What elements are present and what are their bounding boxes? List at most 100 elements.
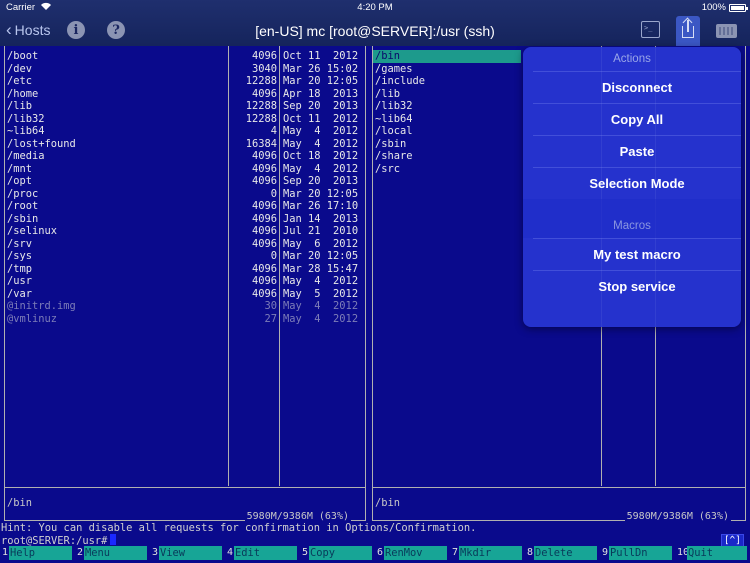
function-key-label: Quit — [687, 546, 747, 560]
file-name: /root — [7, 200, 39, 212]
file-size: 4096 — [251, 262, 277, 275]
file-name: /lib — [7, 100, 33, 112]
file-row[interactable]: /root 4096 Mar 26 17:10 — [5, 200, 365, 213]
terminal-icon[interactable]: >_ — [641, 21, 660, 38]
paste-button[interactable]: Paste — [533, 135, 741, 167]
file-date: Sep 20 2013 — [283, 175, 359, 187]
file-name: /lib32 — [7, 112, 45, 125]
function-key-quit[interactable]: 10 Quit — [675, 546, 750, 560]
function-key-edit[interactable]: 4 Edit — [225, 546, 300, 560]
function-key-label: Edit — [234, 546, 297, 560]
file-row[interactable]: /tmp 4096 Mar 28 15:47 — [5, 263, 365, 276]
file-date: Mar 20 12:05 — [283, 250, 359, 262]
file-size: 4096 — [251, 212, 277, 225]
file-date: May 4 2012 — [283, 300, 359, 312]
function-key-label: Copy — [309, 546, 372, 560]
file-name: /share — [375, 150, 413, 162]
file-name: /selinux — [7, 225, 58, 237]
macro-stop-service-button[interactable]: Stop service — [533, 270, 741, 302]
file-name: /usr — [7, 275, 33, 287]
file-row[interactable]: @vmlinuz 27 May 4 2012 — [5, 313, 365, 326]
left-panel-current: /bin — [7, 497, 33, 509]
file-date: Apr 18 2013 — [283, 87, 359, 100]
file-row[interactable]: /boot 4096 Oct 11 2012 — [5, 50, 365, 63]
file-name: /home — [7, 87, 39, 100]
file-row[interactable]: /proc 0 Mar 20 12:05 — [5, 188, 365, 201]
file-size: 4096 — [251, 50, 277, 62]
file-date: Mar 20 12:05 — [283, 187, 359, 200]
file-row[interactable]: @initrd.img 30 May 4 2012 — [5, 300, 365, 313]
left-file-panel[interactable]: /bin 5980M/9386M (63%) /boot 4096 Oct 11 2… — [4, 46, 366, 522]
function-key-menu[interactable]: 2 Menu — [75, 546, 150, 560]
battery-percent: 100% — [701, 2, 726, 13]
file-date: Oct 11 2012 — [283, 50, 359, 62]
file-name: /media — [7, 150, 45, 162]
file-name: /sbin — [375, 137, 407, 150]
file-date: May 4 2012 — [283, 137, 359, 150]
hint-line: Hint: You can disable all requests for c… — [1, 522, 477, 534]
file-row[interactable]: /mnt 4096 May 4 2012 — [5, 163, 365, 176]
function-key-bar: 1 Help 2 Menu 3 View 4 Edit 5 Copy 6 RenMov 7 Mkdir 8 D… — [0, 546, 750, 560]
file-row[interactable]: /media 4096 Oct 18 2012 — [5, 150, 365, 163]
file-row[interactable]: /lib32 12288 Oct 11 2012 — [5, 113, 365, 126]
function-key-number: 5 — [302, 547, 309, 558]
file-size: 12288 — [245, 100, 277, 112]
copy-all-button[interactable]: Copy All — [533, 103, 741, 135]
actions-popover: Actions Disconnect Copy All Paste Select… — [523, 47, 741, 327]
file-row[interactable]: /var 4096 May 5 2012 — [5, 288, 365, 301]
status-time: 4:20 PM — [357, 2, 393, 13]
file-name: /proc — [7, 187, 39, 200]
share-icon[interactable] — [676, 16, 700, 46]
selected-file-row[interactable]: /bin — [373, 50, 521, 63]
function-key-delete[interactable]: 8 Delete — [525, 546, 600, 560]
left-panel-disk-usage: 5980M/9386M (63%) — [244, 511, 351, 522]
file-date: May 4 2012 — [283, 312, 359, 325]
function-key-number: 6 — [377, 547, 384, 558]
panel-separator — [373, 487, 745, 488]
file-name: /games — [375, 62, 413, 75]
file-name: /sys — [7, 250, 33, 262]
file-row[interactable]: /sbin 4096 Jan 14 2013 — [5, 213, 365, 226]
file-size: 4096 — [251, 287, 277, 300]
function-key-label: PullDn — [609, 546, 672, 560]
macro-my-test-macro-button[interactable]: My test macro — [533, 238, 741, 270]
file-date: Mar 26 15:02 — [283, 62, 359, 75]
file-name: /opt — [7, 175, 33, 187]
file-name: ~lib64 — [7, 125, 45, 137]
file-row[interactable]: /lib 12288 Sep 20 2013 — [5, 100, 365, 113]
function-key-mkdir[interactable]: 7 Mkdir — [450, 546, 525, 560]
disconnect-button[interactable]: Disconnect — [533, 71, 741, 103]
function-key-number: 1 — [2, 547, 9, 558]
file-row[interactable]: /home 4096 Apr 18 2013 — [5, 88, 365, 101]
function-key-pulldn[interactable]: 9 PullDn — [600, 546, 675, 560]
file-row[interactable]: ~lib64 4 May 4 2012 — [5, 125, 365, 138]
section-gap — [523, 199, 741, 214]
keyboard-icon[interactable] — [716, 24, 737, 38]
file-row[interactable]: /dev 3040 Mar 26 15:02 — [5, 63, 365, 76]
text-cursor — [110, 534, 117, 545]
function-key-help[interactable]: 1 Help — [0, 546, 75, 560]
file-row[interactable]: /sys 0 Mar 20 12:05 — [5, 250, 365, 263]
function-key-number: 10 — [677, 547, 690, 558]
file-name: /srv — [7, 237, 33, 250]
function-key-number: 7 — [452, 547, 459, 558]
file-row[interactable]: /lost+found 16384 May 4 2012 — [5, 138, 365, 151]
file-date: May 4 2012 — [283, 275, 359, 287]
function-key-copy[interactable]: 5 Copy — [300, 546, 375, 560]
file-row[interactable]: /usr 4096 May 4 2012 — [5, 275, 365, 288]
file-name: /boot — [7, 50, 39, 62]
function-key-renmov[interactable]: 6 RenMov — [375, 546, 450, 560]
file-date: Sep 20 2013 — [283, 100, 359, 112]
file-row[interactable]: /selinux 4096 Jul 21 2010 — [5, 225, 365, 238]
file-row[interactable]: /opt 4096 Sep 20 2013 — [5, 175, 365, 188]
file-name: @initrd.img — [7, 300, 76, 312]
file-size: 16384 — [245, 137, 277, 150]
selection-mode-button[interactable]: Selection Mode — [533, 167, 741, 199]
file-row[interactable]: /etc 12288 Mar 20 12:05 — [5, 75, 365, 88]
window-title: [en-US] mc [root@SERVER]:/usr (ssh) — [255, 23, 495, 39]
file-date: May 6 2012 — [283, 237, 359, 250]
file-row[interactable]: /srv 4096 May 6 2012 — [5, 238, 365, 251]
function-key-label: Mkdir — [459, 546, 522, 560]
nav-bar: ‹ Hosts i ? [en-US] mc [root@SERVER]:/us… — [0, 16, 750, 46]
function-key-view[interactable]: 3 View — [150, 546, 225, 560]
